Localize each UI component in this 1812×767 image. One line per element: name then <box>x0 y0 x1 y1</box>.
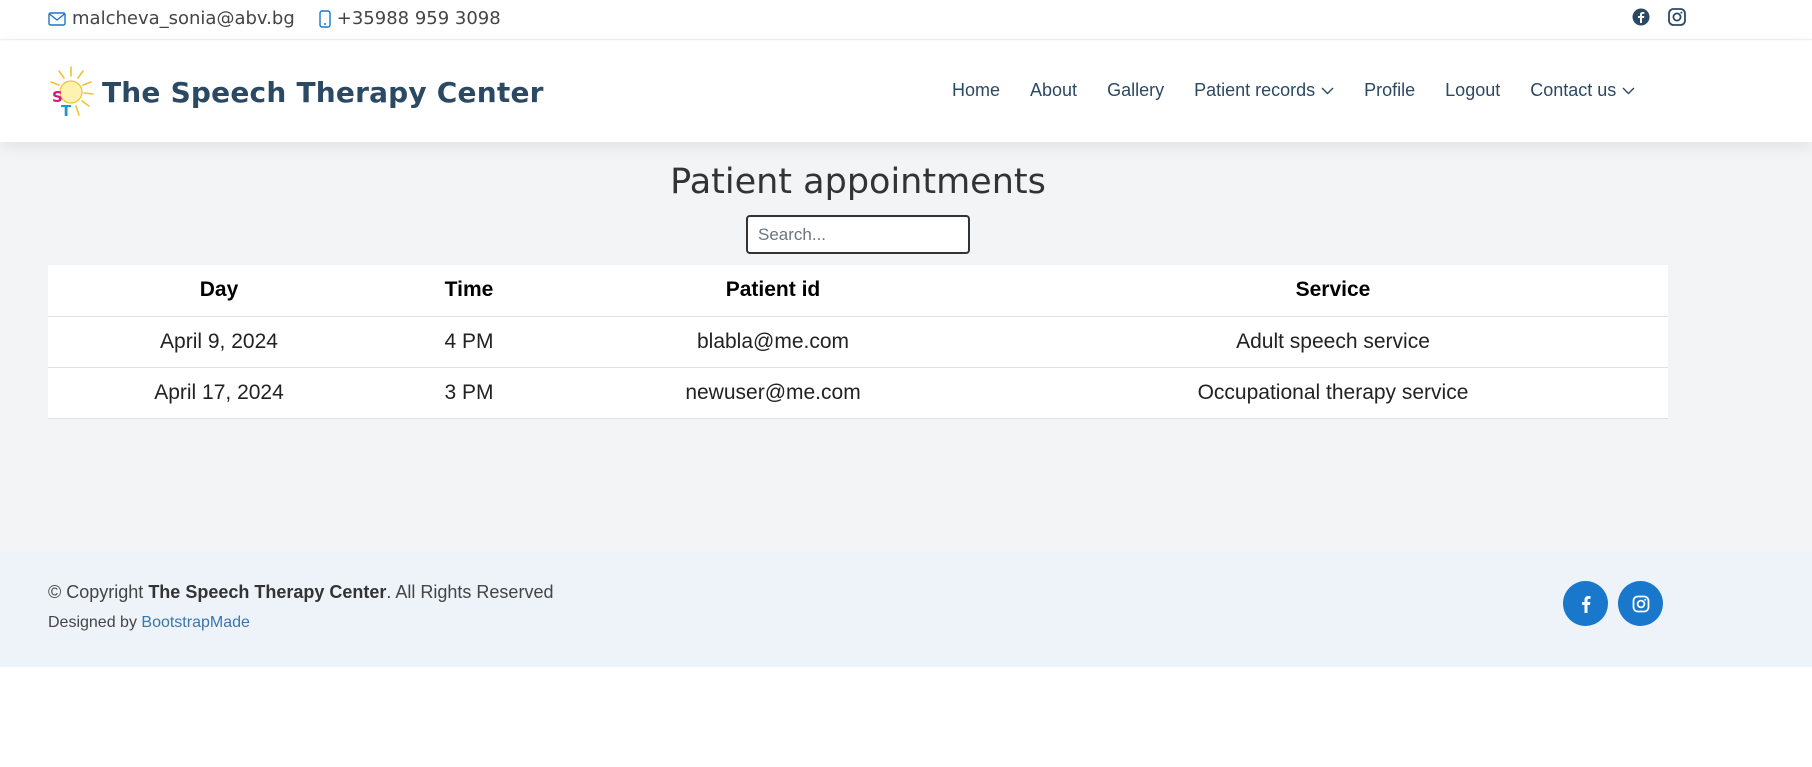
phone-item[interactable]: +35988 959 3098 <box>319 8 501 29</box>
facebook-icon <box>1581 595 1590 613</box>
cell-patient-id: newuser@me.com <box>548 367 998 419</box>
cell-patient-id: blabla@me.com <box>548 316 998 368</box>
phone-text: +35988 959 3098 <box>336 8 501 29</box>
site-header: S T The Speech Therapy Center Home About… <box>0 41 1812 142</box>
nav-patient-records-label: Patient records <box>1194 80 1316 100</box>
designer-link[interactable]: BootstrapMade <box>141 614 250 631</box>
page-title: Patient appointments <box>670 162 1046 202</box>
logo[interactable]: S T The Speech Therapy Center <box>46 65 544 119</box>
main-content: Patient appointments Day Time Patient id… <box>0 142 1812 552</box>
top-bar: malcheva_sonia@abv.bg +35988 959 3098 <box>0 0 1812 40</box>
nav-patient-records[interactable]: Patient records <box>1194 80 1334 101</box>
facebook-icon[interactable] <box>1632 8 1650 26</box>
footer-social <box>1563 581 1673 626</box>
nav-logout-label: Logout <box>1445 80 1501 100</box>
footer-facebook-button[interactable] <box>1563 581 1608 626</box>
nav-about-label: About <box>1030 80 1078 100</box>
designed-by-text: Designed by <box>48 614 142 631</box>
nav-contact-us[interactable]: Contact us <box>1530 80 1635 101</box>
nav-home[interactable]: Home <box>952 80 1000 101</box>
chevron-down-icon <box>1321 87 1334 95</box>
copyright-prefix: © Copyright <box>48 582 149 602</box>
column-header-day: Day <box>48 265 390 317</box>
column-header-time: Time <box>390 265 548 317</box>
logo-letter-t: T <box>61 102 72 119</box>
site-title: The Speech Therapy Center <box>102 75 544 109</box>
contact-info: malcheva_sonia@abv.bg +35988 959 3098 <box>48 8 525 29</box>
email-text: malcheva_sonia@abv.bg <box>72 8 295 29</box>
instagram-icon[interactable] <box>1668 8 1686 26</box>
nav-gallery-label: Gallery <box>1107 80 1165 100</box>
copyright: © Copyright The Speech Therapy Center. A… <box>48 582 553 603</box>
nav-profile-label: Profile <box>1364 80 1416 100</box>
table-row: April 17, 2024 3 PM newuser@me.com Occup… <box>48 367 1668 419</box>
appointments-table: Day Time Patient id Service April 9, 202… <box>48 265 1668 419</box>
instagram-icon <box>1632 595 1649 612</box>
nav-logout[interactable]: Logout <box>1445 80 1500 101</box>
main-nav: Home About Gallery Patient records Profi… <box>952 80 1635 101</box>
nav-about[interactable]: About <box>1030 80 1077 101</box>
table-header-row: Day Time Patient id Service <box>48 265 1668 317</box>
nav-profile[interactable]: Profile <box>1364 80 1415 101</box>
footer-instagram-button[interactable] <box>1618 581 1663 626</box>
envelope-icon <box>48 11 66 26</box>
cell-service: Adult speech service <box>998 316 1668 368</box>
nav-gallery[interactable]: Gallery <box>1107 80 1164 101</box>
table-row: April 9, 2024 4 PM blabla@me.com Adult s… <box>48 316 1668 368</box>
copyright-suffix: . All Rights Reserved <box>386 582 554 602</box>
column-header-patient-id: Patient id <box>548 265 998 317</box>
email-item[interactable]: malcheva_sonia@abv.bg <box>48 8 295 29</box>
cell-time: 3 PM <box>390 367 548 419</box>
site-footer: © Copyright The Speech Therapy Center. A… <box>0 552 1812 667</box>
phone-icon <box>319 9 331 28</box>
cell-time: 4 PM <box>390 316 548 368</box>
chevron-down-icon <box>1622 87 1635 95</box>
sun-logo-icon: S T <box>50 66 94 119</box>
cell-day: April 9, 2024 <box>48 316 390 368</box>
nav-contact-us-label: Contact us <box>1530 80 1617 100</box>
cell-day: April 17, 2024 <box>48 367 390 419</box>
credits: Designed by BootstrapMade <box>48 614 250 632</box>
search-input[interactable] <box>746 215 970 254</box>
cell-service: Occupational therapy service <box>998 367 1668 419</box>
nav-home-label: Home <box>952 80 1001 100</box>
column-header-service: Service <box>998 265 1668 317</box>
topbar-social <box>1614 8 1686 26</box>
copyright-brand: The Speech Therapy Center <box>148 582 387 602</box>
